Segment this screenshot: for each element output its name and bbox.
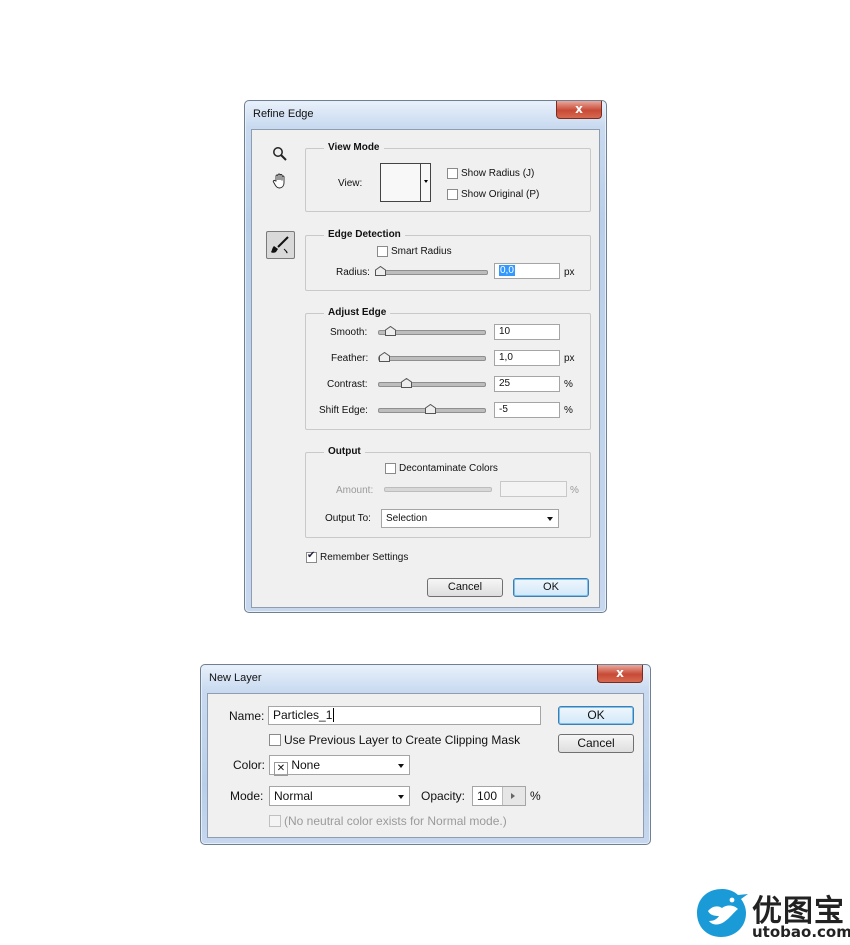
opacity-stepper-button[interactable]: [502, 787, 525, 805]
name-input[interactable]: Particles_1: [268, 706, 541, 725]
utobao-logo-icon: [694, 886, 750, 943]
shift-edge-slider-thumb[interactable]: [425, 404, 436, 414]
view-mode-picker[interactable]: [380, 163, 431, 202]
amount-label: Amount:: [336, 485, 374, 496]
mode-label: Mode:: [230, 789, 264, 803]
mode-dropdown[interactable]: Normal: [269, 786, 410, 806]
radius-label: Radius:: [336, 267, 370, 278]
chevron-down-icon: [547, 517, 553, 521]
output-group: Output Decontaminate Colors Amount: % Ou…: [305, 446, 591, 538]
remember-settings-checkbox[interactable]: [306, 550, 317, 563]
radius-unit: px: [564, 267, 575, 278]
ok-button[interactable]: OK: [513, 578, 589, 597]
show-original-checkbox[interactable]: [447, 189, 458, 200]
feather-label: Feather:: [331, 353, 369, 364]
show-radius-label: Show Radius (J): [461, 168, 535, 179]
smooth-input[interactable]: 10: [494, 324, 560, 340]
remember-settings-label: Remember Settings: [320, 552, 409, 563]
hand-icon[interactable]: [271, 172, 289, 193]
feather-slider-thumb[interactable]: [379, 352, 390, 362]
show-original-label: Show Original (P): [461, 189, 540, 200]
opacity-unit: %: [530, 789, 541, 803]
neutral-color-checkbox: [269, 815, 281, 827]
opacity-input[interactable]: 100: [472, 786, 526, 806]
refine-edge-client: View Mode View: Show Radius (J) Show Ori…: [251, 129, 600, 608]
ok-button[interactable]: OK: [558, 706, 634, 725]
name-label: Name:: [229, 709, 265, 723]
new-layer-title: New Layer: [209, 672, 262, 684]
chevron-down-icon: [424, 180, 428, 183]
zoom-icon[interactable]: [272, 146, 288, 165]
amount-input: [500, 481, 567, 497]
caret-right-icon: [511, 793, 515, 799]
output-to-dropdown[interactable]: Selection: [381, 509, 559, 528]
adjust-edge-title: Adjust Edge: [324, 307, 391, 318]
output-to-value: Selection: [386, 513, 428, 524]
refine-edge-close-button[interactable]: x: [556, 101, 602, 119]
smooth-slider-thumb[interactable]: [385, 326, 396, 336]
contrast-label: Contrast:: [327, 379, 368, 390]
contrast-slider[interactable]: [378, 382, 486, 387]
contrast-input[interactable]: 25: [494, 376, 560, 392]
shift-edge-input[interactable]: -5: [494, 402, 560, 418]
amount-unit: %: [570, 485, 579, 496]
feather-unit: px: [564, 353, 575, 364]
refine-radius-brush-icon[interactable]: [266, 231, 295, 259]
chevron-down-icon: [398, 764, 404, 768]
color-dropdown[interactable]: ✕ None: [269, 755, 410, 776]
edge-detection-title: Edge Detection: [324, 229, 405, 240]
contrast-slider-thumb[interactable]: [401, 378, 412, 388]
contrast-unit: %: [564, 379, 573, 390]
amount-slider: [384, 487, 492, 492]
output-to-label: Output To:: [325, 513, 371, 524]
watermark-url: utobao.com: [752, 923, 850, 941]
chevron-down-icon: [398, 795, 404, 799]
color-label: Color:: [233, 758, 266, 772]
shift-edge-label: Shift Edge:: [319, 405, 368, 416]
view-label: View:: [338, 178, 363, 189]
cancel-button[interactable]: Cancel: [558, 734, 634, 753]
view-mode-title: View Mode: [324, 142, 384, 153]
color-value: None: [291, 758, 321, 772]
decontaminate-checkbox[interactable]: [385, 463, 396, 474]
smart-radius-label: Smart Radius: [391, 246, 452, 257]
radius-slider[interactable]: [380, 270, 488, 275]
radius-slider-thumb[interactable]: [375, 266, 386, 276]
shift-edge-unit: %: [564, 405, 573, 416]
clipping-mask-label: Use Previous Layer to Create Clipping Ma…: [284, 733, 521, 747]
smooth-label: Smooth:: [330, 327, 368, 338]
new-layer-close-button[interactable]: x: [597, 665, 643, 683]
feather-input[interactable]: 1,0: [494, 350, 560, 366]
decontaminate-label: Decontaminate Colors: [399, 463, 498, 474]
show-radius-checkbox[interactable]: [447, 168, 458, 179]
clipping-mask-checkbox[interactable]: [269, 734, 281, 746]
adjust-edge-group: Adjust Edge Smooth: 10 Feather: 1,0 px C…: [305, 307, 591, 430]
edge-detection-group: Edge Detection Smart Radius Radius: 0,0 …: [305, 229, 591, 291]
new-layer-dialog: New Layer x Name: Particles_1 Use Previo…: [200, 664, 651, 845]
cancel-button[interactable]: Cancel: [427, 578, 503, 597]
mode-value: Normal: [274, 789, 313, 803]
output-title: Output: [324, 446, 365, 457]
smart-radius-checkbox[interactable]: [377, 246, 388, 257]
opacity-label: Opacity:: [421, 789, 466, 803]
no-color-icon: ✕: [274, 762, 288, 776]
view-mode-group: View Mode View: Show Radius (J) Show Ori…: [305, 142, 591, 212]
neutral-color-note: (No neutral color exists for Normal mode…: [284, 814, 507, 828]
radius-input[interactable]: 0,0: [494, 263, 560, 279]
refine-edge-dialog: Refine Edge x View Mode View: Show Radiu…: [244, 100, 607, 613]
new-layer-client: Name: Particles_1 Use Previous Layer to …: [207, 693, 644, 838]
refine-edge-title: Refine Edge: [253, 108, 314, 120]
feather-slider[interactable]: [378, 356, 486, 361]
